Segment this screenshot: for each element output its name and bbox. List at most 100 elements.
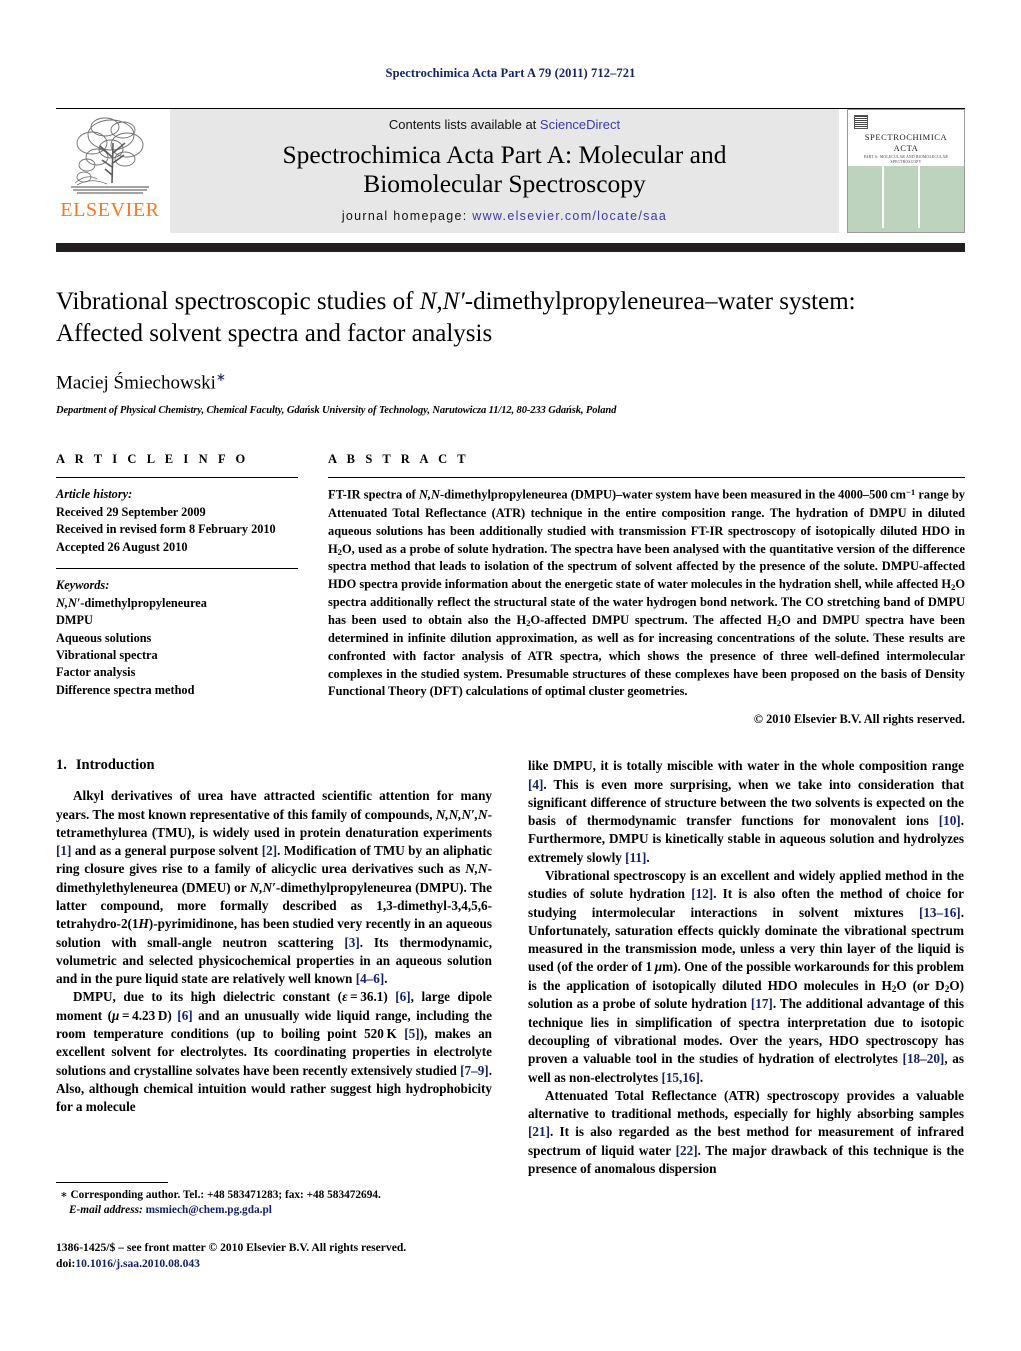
cover-line-left [882, 166, 884, 229]
homepage-prefix-text: journal homepage: [341, 208, 473, 223]
abstract-rule [328, 477, 965, 479]
abstract-label: A B S T R A C T [328, 452, 470, 467]
contents-available-line: Contents lists available at ScienceDirec… [389, 117, 620, 132]
author-name: Maciej Śmiechowski∗ [56, 370, 965, 394]
citation-ref: [17] [750, 996, 773, 1012]
cover-barcode-icon [854, 115, 868, 129]
article-history-heading: Article history: [56, 487, 133, 502]
citation-ref: [7–9] [460, 1062, 489, 1078]
keyword-item: N,N′-dimethylpropyleneurea [56, 595, 207, 610]
citation-ref: [6] [395, 989, 411, 1005]
email-note: E-mail address: msmiech@chem.pg.gda.pl [56, 1203, 492, 1218]
citation-ref: [21] [528, 1124, 550, 1140]
citation-ref: [4] [528, 776, 544, 792]
article-info-label: A R T I C L E I N F O [56, 452, 249, 467]
citation-ref: [22] [675, 1142, 698, 1158]
cover-subtitle: PART A: MOLECULAR AND BIOMOLECULAR SPECT… [863, 155, 949, 164]
footnote-asterisk-icon: ∗ [60, 1189, 68, 1201]
email-link[interactable]: msmiech@chem.pg.gda.pl [146, 1204, 272, 1216]
article-first-page: Spectrochimica Acta Part A 79 (2011) 712… [0, 0, 1021, 1351]
masthead-divider [56, 243, 965, 252]
section-number: 1. [56, 757, 67, 774]
sciencedirect-link[interactable]: ScienceDirect [540, 117, 620, 132]
keyword-item: Factor analysis [56, 665, 136, 680]
citation-ref: [1] [56, 843, 72, 859]
journal-title-line-2: Biomolecular Spectroscopy [363, 169, 646, 198]
journal-title: Spectrochimica Acta Part A: Molecular an… [283, 141, 727, 198]
abstract-text: FT-IR spectra of N,N-dimethylpropyleneur… [328, 487, 966, 699]
citation-ref: [2] [261, 843, 278, 859]
article-info-rule [56, 477, 298, 479]
corresponding-author-text: Corresponding author. Tel.: +48 58347128… [70, 1189, 381, 1201]
affiliation: Department of Physical Chemistry, Chemic… [56, 405, 617, 417]
title-segment-italic: N,N′ [419, 288, 465, 315]
body-column-right: like DMPU, it is totally miscible with w… [528, 757, 964, 1178]
imprint-front-matter: 1386-1425/$ – see front matter © 2010 El… [56, 1240, 407, 1254]
doi-prefix: doi: [56, 1257, 76, 1271]
contents-prefix-text: Contents lists available at [388, 117, 540, 133]
keywords-heading: Keywords: [56, 578, 110, 593]
history-item-accepted: Accepted 26 August 2010 [56, 539, 188, 554]
keywords-rule [56, 568, 298, 570]
title-segment-rest: -dimethylpropyleneurea–water system: [464, 288, 856, 315]
imprint-block: 1386-1425/$ – see front matter © 2010 El… [56, 1240, 492, 1273]
corresponding-author-marker: ∗ [215, 370, 226, 384]
citation-ref: [13–16] [918, 904, 961, 920]
history-item-revised: Received in revised form 8 February 2010 [56, 522, 276, 537]
section-heading-introduction: 1. Introduction [56, 757, 492, 774]
cover-title: SPECTROCHIMICA ACTA PART A: MOLECULAR AN… [852, 132, 960, 164]
elsevier-tree-icon [71, 117, 149, 194]
journal-title-line-1: Spectrochimica Acta Part A: Molecular an… [282, 140, 727, 170]
footnote-rule [56, 1182, 168, 1183]
email-label: E-mail address: [69, 1204, 143, 1217]
citation-ref: [3] [344, 934, 360, 950]
cover-header: SPECTROCHIMICA ACTA PART A: MOLECULAR AN… [848, 110, 964, 167]
citation-ref: [5] [404, 1025, 420, 1041]
author-label: Maciej Śmiechowski [56, 372, 216, 394]
citation-ref: [10] [938, 813, 961, 829]
page-title: Vibrational spectroscopic studies of N,N… [56, 286, 965, 349]
body-columns: 1. Introduction Alkyl derivatives of urea… [56, 757, 965, 1178]
journal-banner: Contents lists available at ScienceDirec… [170, 109, 839, 233]
citation-ref: [12] [691, 886, 714, 902]
abstract-copyright: © 2010 Elsevier B.V. All rights reserved… [753, 712, 965, 727]
keyword-item: DMPU [56, 613, 93, 628]
paragraph-intro-4: Attenuated Total Reflectance (ATR) spect… [528, 1087, 964, 1176]
cover-line-right [918, 166, 920, 229]
citation-ref: [15,16] [661, 1069, 700, 1085]
keyword-item: Difference spectra method [56, 682, 195, 697]
title-segment-plain: Vibrational spectroscopic studies of [56, 288, 420, 315]
elsevier-logo-block: ELSEVIER [56, 109, 164, 233]
paragraph-intro-3: Vibrational spectroscopy is an excellent… [528, 867, 965, 1085]
citation-ref: [4–6] [355, 971, 385, 987]
paragraph-intro-2-cont: like DMPU, it is totally miscible with w… [528, 758, 964, 865]
cover-artwork [848, 166, 964, 232]
footnote-area: ∗ Corresponding author. Tel.: +48 583471… [56, 1182, 492, 1273]
citation-ref: [6] [177, 1007, 193, 1023]
cover-title-line-2: ACTA [893, 142, 919, 153]
title-block: Vibrational spectroscopic studies of N,N… [56, 286, 965, 416]
paragraph-intro-2: DMPU, due to its high dielectric constan… [56, 989, 492, 1115]
abstract-column: A B S T R A C T FT-IR spectra of N,N-dim… [328, 452, 965, 727]
doi-link[interactable]: 10.1016/j.saa.2010.08.043 [75, 1257, 200, 1270]
journal-masthead: ELSEVIER Contents lists available at Sci… [56, 108, 965, 233]
cover-title-line-1: SPECTROCHIMICA [864, 132, 948, 142]
elsevier-wordmark: ELSEVIER [60, 199, 160, 221]
citation-ref: [18–20] [902, 1051, 945, 1067]
body-column-left: 1. Introduction Alkyl derivatives of urea… [56, 757, 492, 1178]
keyword-italic-prefix: N,N′ [56, 595, 81, 610]
info-abstract-section: A R T I C L E I N F O Article history: R… [56, 452, 965, 727]
keyword-item: Vibrational spectra [56, 647, 158, 662]
title-line-2: Affected solvent spectra and factor anal… [56, 319, 493, 347]
journal-homepage-link[interactable]: www.elsevier.com/locate/saa [472, 209, 667, 223]
running-head: Spectrochimica Acta Part A 79 (2011) 712… [385, 66, 636, 80]
section-title: Introduction [75, 757, 155, 774]
history-item-received: Received 29 September 2009 [56, 504, 206, 519]
paragraph-intro-1: Alkyl derivatives of urea have attracted… [56, 788, 492, 987]
journal-homepage-line: journal homepage: www.elsevier.com/locat… [342, 209, 667, 223]
doi-line: doi:10.1016/j.saa.2010.08.043 [56, 1256, 492, 1272]
article-info-column: A R T I C L E I N F O Article history: R… [56, 452, 298, 727]
journal-cover-thumbnail: SPECTROCHIMICA ACTA PART A: MOLECULAR AN… [847, 109, 965, 233]
citation-ref: [11] [625, 849, 647, 865]
corresponding-author-note: ∗ Corresponding author. Tel.: +48 583471… [56, 1188, 492, 1203]
